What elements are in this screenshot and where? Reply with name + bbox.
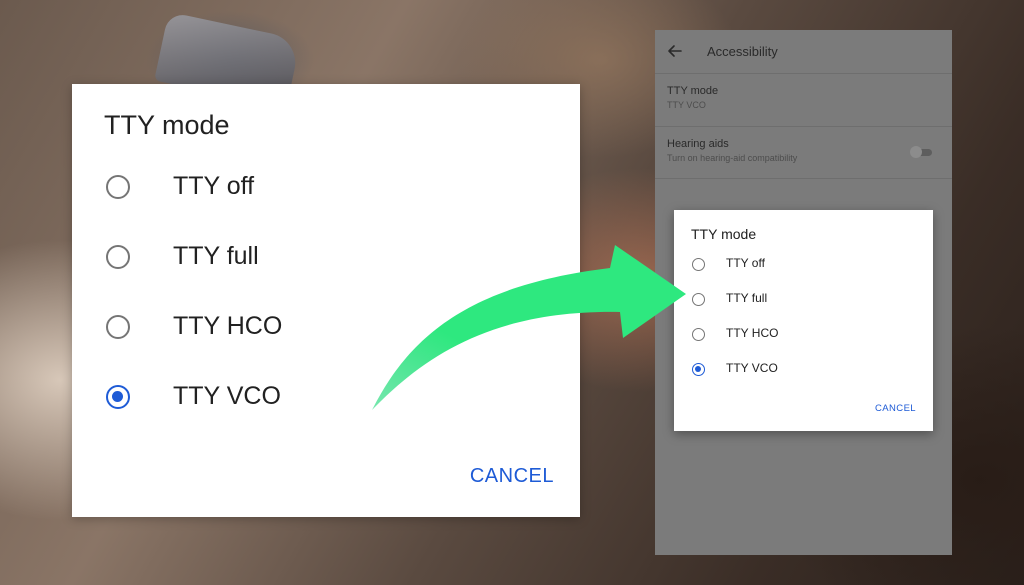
divider [655, 126, 952, 127]
radio-unchecked-icon[interactable] [692, 258, 705, 271]
phone-tty-dialog: TTY mode TTY off TTY full TTY HCO TTY VC… [674, 210, 933, 431]
arrow-back-icon[interactable] [665, 41, 685, 61]
app-bar: Accessibility [655, 30, 952, 74]
radio-unchecked-icon[interactable] [692, 328, 705, 341]
radio-unchecked-icon[interactable] [106, 175, 130, 199]
option-label: TTY VCO [726, 361, 778, 375]
setting-title: TTY mode [667, 85, 719, 97]
option-tty-vco[interactable]: TTY VCO [691, 358, 911, 382]
option-tty-full[interactable]: TTY full [691, 288, 911, 312]
option-tty-vco[interactable]: TTY VCO [102, 374, 522, 424]
dialog-title: TTY mode [691, 226, 757, 242]
radio-unchecked-icon[interactable] [106, 245, 130, 269]
page-title: Accessibility [707, 44, 778, 59]
option-label: TTY off [173, 172, 255, 200]
dialog-title: TTY mode [104, 110, 230, 140]
large-tty-dialog: TTY mode TTY off TTY full TTY HCO TTY VC… [72, 84, 580, 517]
setting-title: Hearing aids [667, 138, 729, 150]
cancel-button[interactable]: CANCEL [470, 465, 554, 488]
hearing-aids-toggle[interactable] [910, 146, 934, 158]
option-label: TTY HCO [726, 326, 779, 340]
setting-subtitle: TTY VCO [667, 100, 706, 110]
option-label: TTY HCO [173, 312, 283, 340]
option-tty-off[interactable]: TTY off [102, 164, 522, 214]
setting-subtitle: Turn on hearing-aid compatibility [667, 153, 798, 163]
radio-unchecked-icon[interactable] [692, 293, 705, 306]
radio-checked-icon[interactable] [692, 363, 705, 376]
divider [655, 178, 952, 179]
radio-checked-icon[interactable] [106, 385, 130, 409]
option-tty-full[interactable]: TTY full [102, 234, 522, 284]
option-tty-hco[interactable]: TTY HCO [102, 304, 522, 354]
option-tty-hco[interactable]: TTY HCO [691, 323, 911, 347]
option-label: TTY off [726, 256, 765, 270]
cancel-button[interactable]: CANCEL [875, 403, 916, 414]
divider [655, 73, 952, 74]
radio-unchecked-icon[interactable] [106, 315, 130, 339]
option-label: TTY full [726, 291, 768, 305]
option-label: TTY full [173, 242, 259, 270]
toggle-thumb [910, 146, 922, 158]
option-label: TTY VCO [173, 382, 281, 410]
option-tty-off[interactable]: TTY off [691, 253, 911, 277]
